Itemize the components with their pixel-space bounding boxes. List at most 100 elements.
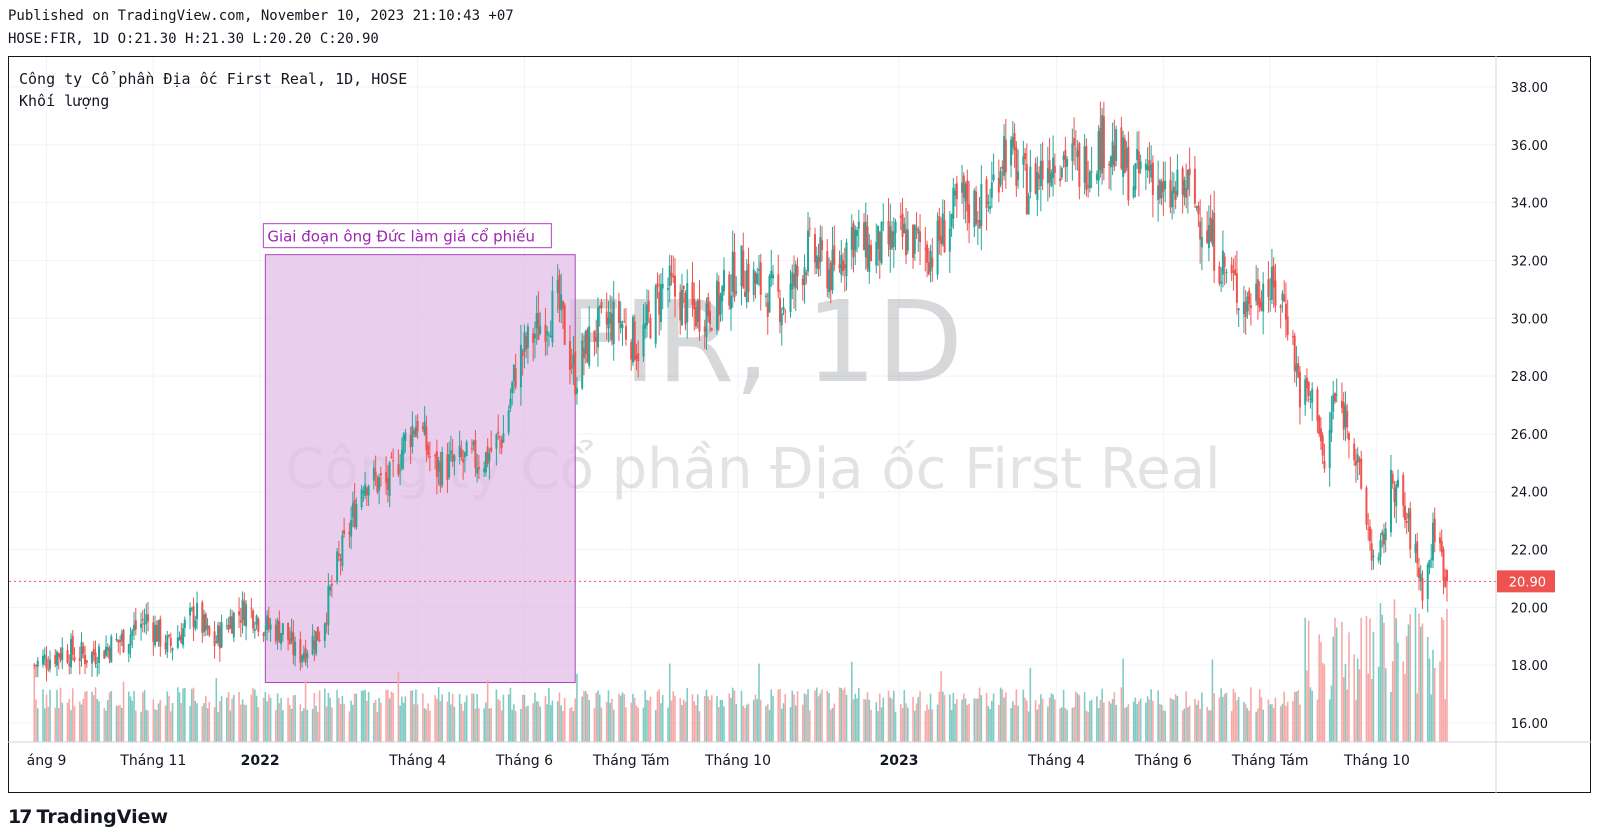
volume-bar [597,690,599,742]
candle-body [168,635,171,637]
candle-body [694,307,697,327]
candle-body [313,640,316,650]
volume-bar [928,709,930,742]
candle-body [157,620,160,642]
volume-bar [1015,689,1018,742]
volume-bar [1234,692,1236,742]
candle-body [409,435,412,448]
volume-bar [646,699,648,742]
volume-bar [840,687,843,742]
candle-body [1073,137,1076,146]
volume-bar [98,701,100,742]
volume-bar [1248,710,1250,742]
volume-bar [1279,706,1282,742]
candle-body [852,223,855,258]
volume-bar [956,699,958,742]
candle-body [1059,178,1062,181]
candle-body [33,664,36,666]
volume-bar [1108,700,1110,742]
volume-bar [315,705,317,742]
volume-bar [134,710,137,742]
volume-bar [621,692,624,742]
volume-bar [453,706,456,742]
candle-body [560,294,563,311]
volume-bar [254,689,256,742]
volume-bar [1122,658,1124,742]
volume-bar [131,700,134,742]
volume-bar [488,708,491,742]
candle-body [1409,508,1412,550]
volume-bar [891,698,893,742]
volume-bar [325,706,328,742]
volume-bar [290,708,293,742]
volume-bar [276,693,279,742]
volume-bar [85,691,88,742]
volume-bar [1383,622,1385,742]
candle-body [1272,265,1275,288]
volume-bar [446,701,449,742]
volume-bar [343,703,345,742]
volume-bar [693,701,696,742]
volume-bar [429,710,431,742]
volume-bar [43,708,46,742]
candle-body [1433,518,1436,543]
volume-bar [1213,693,1215,742]
candle-body [780,313,783,326]
volume-bar [1012,701,1014,742]
volume-bar [1139,698,1142,742]
volume-bar [117,705,120,742]
candle-body [1370,543,1373,561]
volume-bar [1446,608,1448,742]
candle-body [535,313,538,329]
price-tick-label: 20.00 [1511,601,1548,616]
volume-bar [826,690,829,742]
candle-body [966,180,969,212]
candle-body [1034,163,1037,194]
volume-bar [1041,698,1044,742]
volume-bar [1087,711,1089,742]
candle-body [903,223,906,234]
tradingview-logo[interactable]: 17 TradingView [8,805,168,829]
candle-body [1060,168,1063,178]
volume-bar [352,704,354,742]
candle-body [145,614,148,624]
candle-body [1207,225,1210,249]
candle-body [423,421,426,435]
volume-bar [630,702,633,742]
candle-body [122,629,125,653]
candle-body [264,631,267,634]
volume-bar [583,690,585,742]
volume-bar [374,699,377,742]
candle-body [742,250,745,288]
candle-body [1144,163,1147,170]
volume-legend: Khối lượng [19,92,110,110]
price-chart[interactable]: FIR, 1DCông ty Cổ phần Địa ốc First Real… [8,56,1591,793]
candle-body [630,341,633,360]
candle-body [547,334,550,336]
volume-bar [539,706,541,742]
volume-bar [1428,658,1431,742]
candle-body [350,519,353,537]
volume-bar [1160,704,1163,742]
candle-body [241,599,244,621]
candle-body [182,628,185,646]
volume-bar [164,705,167,742]
volume-bar [574,698,576,742]
volume-bar [35,699,37,742]
volume-bar [1162,710,1165,742]
candle-body [1342,402,1345,430]
volume-bar [450,704,452,742]
volume-bar [817,696,820,742]
volume-bar [588,700,590,742]
candle-body [919,231,922,242]
candle-body [1384,528,1387,541]
candle-body [290,631,293,642]
candle-body [521,350,524,357]
candle-body [523,332,526,352]
candle-body [600,302,603,309]
volume-bar [1146,696,1149,742]
candle-body [539,325,542,334]
candle-body [85,660,88,664]
volume-bar [691,694,694,742]
candle-body [500,439,503,448]
